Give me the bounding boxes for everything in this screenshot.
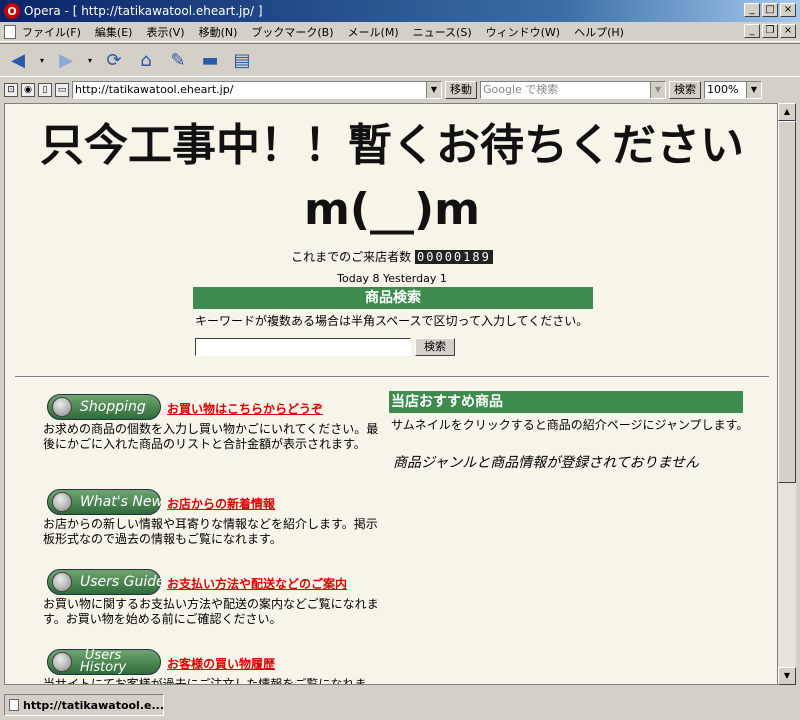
print-small-icon[interactable]: ▭: [55, 83, 69, 97]
vertical-scrollbar[interactable]: ▲ ▼: [778, 103, 796, 685]
go-button[interactable]: 移動: [445, 81, 477, 99]
menu-edit[interactable]: 編集(E): [95, 24, 133, 40]
scroll-thumb[interactable]: [778, 121, 796, 483]
opera-logo-icon: O: [4, 3, 20, 19]
product-search-button[interactable]: 検索: [415, 338, 455, 356]
mdi-minimize-button[interactable]: _: [744, 24, 760, 38]
status-url: http://tatikawatool.e...: [4, 694, 164, 716]
button-bullet-icon: [52, 397, 72, 417]
shopping-link[interactable]: お買い物はこちらからどうぞ: [167, 400, 323, 417]
heading-line-2: m(__)m: [304, 184, 480, 235]
search-placeholder: Google で検索: [483, 83, 559, 96]
mdi-restore-button[interactable]: ❐: [762, 24, 778, 38]
forward-icon[interactable]: ▶: [54, 48, 78, 72]
menu-bar: ファイル(F) 編集(E) 表示(V) 移動(N) ブックマーク(B) メール(…: [0, 22, 800, 42]
recommend-title: 当店おすすめ商品: [389, 391, 743, 413]
shopping-button[interactable]: Shopping: [47, 394, 161, 420]
product-search-hint: キーワードが複数ある場合は半角スペースで区切って入力してください。: [195, 314, 589, 328]
forward-dropdown-icon[interactable]: ▾: [86, 48, 94, 72]
users-history-link[interactable]: お客様の買い物履歴: [167, 655, 275, 672]
maximize-button[interactable]: □: [762, 3, 778, 17]
users-history-button[interactable]: Users History: [47, 649, 161, 675]
address-bar: ⊡ ◉ ▯ ▭ http://tatikawatool.eheart.jp/ ▼…: [0, 79, 800, 101]
users-history-description: 当サイトにてお客様が過去にご注文した情報をご覧になれます。: [43, 677, 367, 685]
search-field[interactable]: Google で検索 ▼: [480, 81, 666, 99]
title-bar: O Opera - [ http://tatikawatool.eheart.j…: [0, 0, 800, 22]
url-text: http://tatikawatool.eheart.jp/: [75, 83, 234, 96]
product-search-input[interactable]: [195, 338, 411, 356]
status-page-icon: [9, 699, 19, 711]
scroll-up-icon[interactable]: ▲: [778, 103, 796, 121]
back-icon[interactable]: ◀: [6, 48, 30, 72]
recommend-empty-message: 商品ジャンルと商品情報が登録されておりません: [393, 455, 700, 471]
shopping-button-label: Shopping: [80, 399, 146, 415]
page-content: 只今工事中！！暫くお待ちください m(__)m これまでのご来店者数 00000…: [4, 103, 778, 685]
button-bullet-icon: [52, 492, 72, 512]
page-heading: 只今工事中！！暫くお待ちください m(__)m: [5, 114, 777, 242]
users-history-button-label: Users History: [80, 649, 127, 675]
users-guide-link[interactable]: お支払い方法や配送などのご案内: [167, 575, 347, 592]
back-dropdown-icon[interactable]: ▾: [38, 48, 46, 72]
window-title: Opera - [ http://tatikawatool.eheart.jp/…: [24, 4, 263, 18]
search-dropdown-icon[interactable]: ▼: [650, 82, 665, 98]
status-bar: http://tatikawatool.e...: [0, 690, 800, 720]
lock-icon[interactable]: ⊡: [4, 83, 18, 97]
whats-new-link[interactable]: お店からの新着情報: [167, 495, 275, 512]
heading-line-1: 只今工事中！！暫くお待ちください: [40, 120, 744, 171]
today-yesterday: Today 8 Yesterday 1: [337, 272, 447, 285]
menu-help[interactable]: ヘルプ(H): [574, 24, 624, 40]
new-page-icon[interactable]: ▯: [38, 83, 52, 97]
divider: [15, 376, 769, 378]
menu-mail[interactable]: メール(M): [348, 24, 399, 40]
status-text: http://tatikawatool.e...: [23, 698, 164, 712]
whats-new-button-label: What's New: [80, 494, 163, 510]
visitor-counter-row: これまでのご来店者数 00000189: [5, 248, 777, 265]
url-dropdown-icon[interactable]: ▼: [426, 82, 441, 98]
users-history-line-2: History: [80, 660, 127, 675]
url-field[interactable]: http://tatikawatool.eheart.jp/ ▼: [72, 81, 442, 99]
users-guide-button[interactable]: Users Guide: [47, 569, 165, 595]
minimize-button[interactable]: _: [744, 3, 760, 17]
counter-label: これまでのご来店者数: [291, 250, 412, 264]
reload-icon[interactable]: ⟳: [102, 48, 126, 72]
toolbar: ◀ ▾ ▶ ▾ ⟳ ⌂ ✎ ▬ ▤: [0, 43, 800, 77]
cookie-icon[interactable]: ◉: [21, 83, 35, 97]
recommend-hint: サムネイルをクリックすると商品の紹介ページにジャンプします。: [391, 418, 749, 432]
document-icon[interactable]: [4, 24, 16, 39]
menu-view[interactable]: 表示(V): [146, 24, 184, 40]
button-bullet-icon: [52, 572, 72, 592]
menu-navigate[interactable]: 移動(N): [199, 24, 238, 40]
close-button[interactable]: ×: [780, 3, 796, 17]
print-icon[interactable]: ▬: [198, 48, 222, 72]
whats-new-description: お店からの新しい情報や耳寄りな情報などを紹介します。掲示板形式なので過去の情報も…: [43, 517, 378, 546]
menu-window[interactable]: ウィンドウ(W): [486, 24, 560, 40]
hotlist-icon[interactable]: ✎: [166, 48, 190, 72]
visitor-counter: 00000189: [415, 250, 493, 264]
page-icon[interactable]: ▤: [230, 48, 254, 72]
menu-bookmarks[interactable]: ブックマーク(B): [251, 24, 333, 40]
scroll-down-icon[interactable]: ▼: [778, 667, 796, 685]
product-search-title: 商品検索: [193, 287, 593, 309]
zoom-field[interactable]: 100% ▼: [704, 81, 762, 99]
menu-news[interactable]: ニュース(S): [413, 24, 472, 40]
search-engine-button[interactable]: 検索: [669, 81, 701, 99]
mdi-close-button[interactable]: ×: [780, 24, 796, 38]
users-guide-description: お買い物に関するお支払い方法や配送の案内などご覧になれます。お買い物を始める前に…: [43, 597, 379, 626]
home-icon[interactable]: ⌂: [134, 48, 158, 72]
menu-file[interactable]: ファイル(F): [22, 24, 81, 40]
zoom-value: 100%: [707, 83, 739, 96]
users-guide-button-label: Users Guide: [80, 574, 165, 590]
whats-new-button[interactable]: What's New: [47, 489, 163, 515]
button-bullet-icon: [52, 652, 72, 672]
shopping-description: お求めの商品の個数を入力し買い物かごにいれてください。最後にかごに入れた商品のリ…: [43, 422, 379, 451]
zoom-dropdown-icon[interactable]: ▼: [746, 82, 761, 98]
